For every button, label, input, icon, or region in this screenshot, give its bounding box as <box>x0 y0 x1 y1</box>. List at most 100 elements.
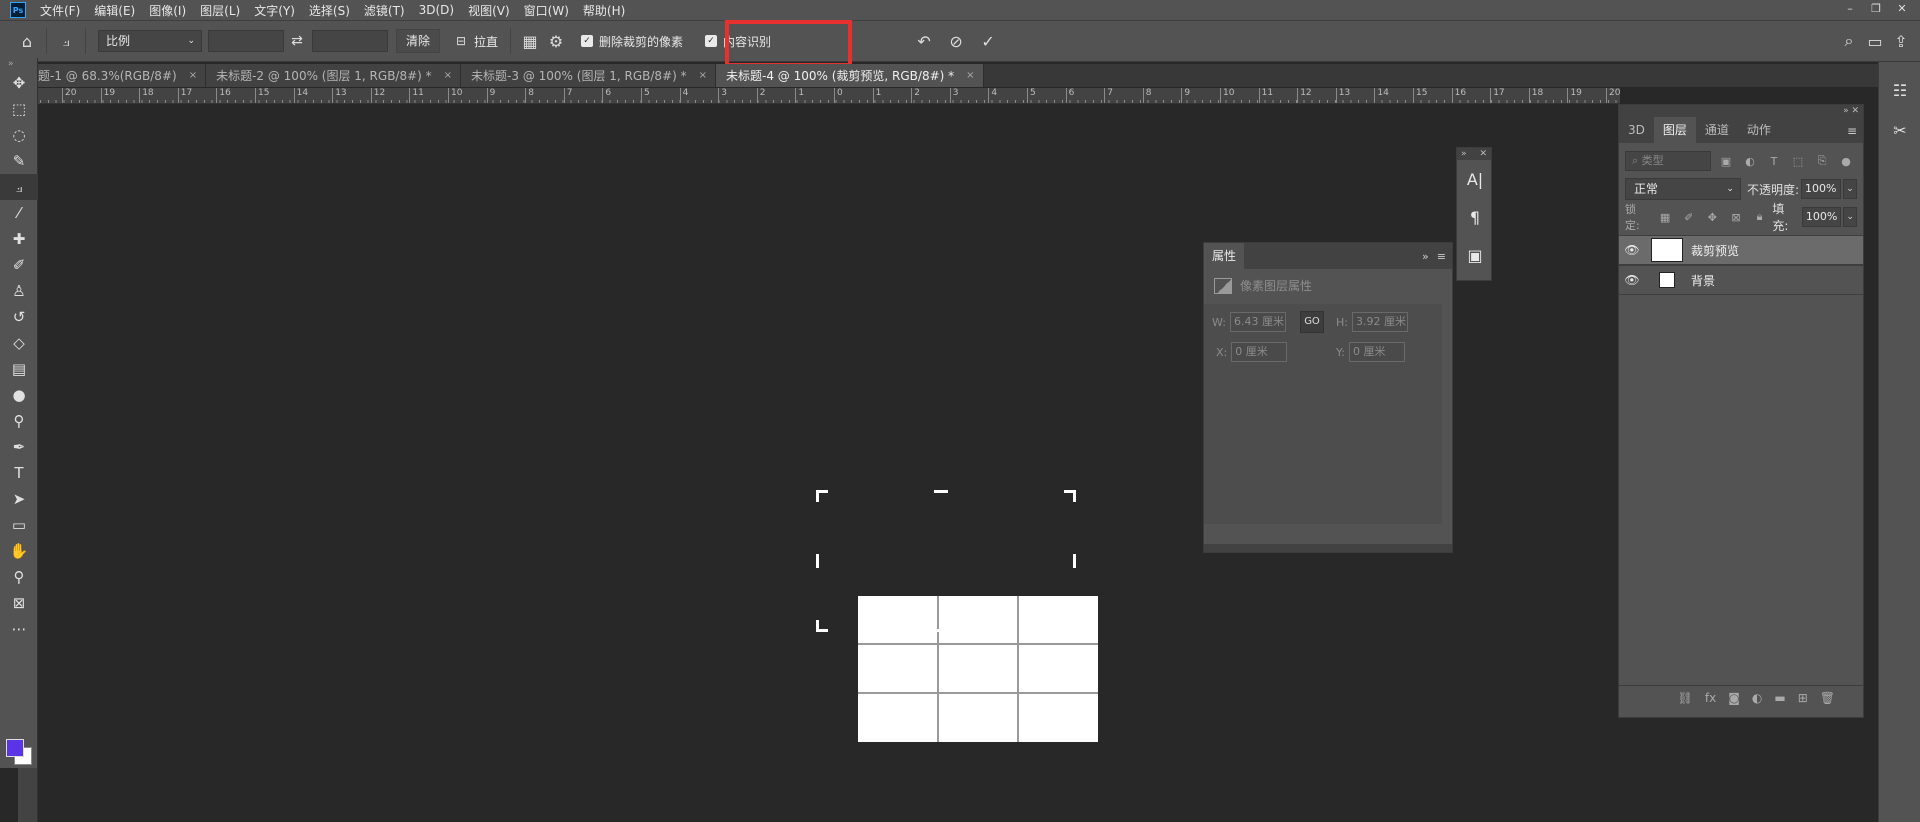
gear-icon[interactable]: ⚙ <box>543 32 569 51</box>
menu-file[interactable]: 文件(F) <box>40 2 80 19</box>
layer-kind-filter[interactable]: ⌕ 类型 <box>1625 151 1711 171</box>
type-tool-icon[interactable]: T <box>0 460 38 486</box>
move-tool-icon[interactable]: ✥ <box>0 70 38 96</box>
layer-row-crop-preview[interactable]: 👁︎ 裁剪预览 <box>1619 235 1863 265</box>
search-icon[interactable]: ⌕ <box>1836 31 1862 51</box>
brush-tool-icon[interactable]: ✐ <box>0 252 38 278</box>
chevron-down-icon[interactable]: ⌄ <box>1843 207 1857 227</box>
menu-layer[interactable]: 图层(L) <box>200 2 240 19</box>
hand-tool-icon[interactable]: ✋ <box>0 538 38 564</box>
more-tools-icon[interactable]: ⋯ <box>0 616 38 642</box>
crop-handle-right[interactable] <box>1073 554 1076 568</box>
pen-tool-icon[interactable]: ✒ <box>0 434 38 460</box>
trash-icon[interactable]: 🗑︎ <box>1820 691 1835 705</box>
close-icon[interactable]: × <box>966 70 974 81</box>
menu-3d[interactable]: 3D(D) <box>419 3 454 17</box>
crop-tool-preset-icon[interactable]: ⟓ <box>53 31 79 51</box>
lock-all-icon[interactable]: 🔒︎ <box>1751 210 1769 224</box>
menu-image[interactable]: 图像(I) <box>149 2 186 19</box>
height-field[interactable]: 3.92 厘米 <box>1351 312 1408 332</box>
tab-document-3[interactable]: 未标题-3 @ 100% (图层 1, RGB/8#) * × <box>461 64 717 87</box>
eraser-tool-icon[interactable]: ◇ <box>0 330 38 356</box>
y-field[interactable]: 0 厘米 <box>1348 342 1405 362</box>
link-dimensions-icon[interactable]: GO <box>1300 311 1324 333</box>
panel-menu-icon[interactable]: ≡ <box>1437 250 1446 263</box>
straighten-icon[interactable]: ⊟ <box>448 34 474 48</box>
close-icon[interactable]: × <box>189 70 197 81</box>
foreground-color-swatch[interactable] <box>6 739 24 757</box>
rectangle-tool-icon[interactable]: ▭ <box>0 512 38 538</box>
minimize-icon[interactable]: – <box>1844 2 1856 16</box>
workspace-icon[interactable]: ▭ <box>1862 32 1888 51</box>
menu-help[interactable]: 帮助(H) <box>583 2 625 19</box>
history-brush-tool-icon[interactable]: ↺ <box>0 304 38 330</box>
cancel-icon[interactable]: ⊘ <box>943 32 969 51</box>
visibility-eye-icon[interactable]: 👁︎ <box>1619 243 1645 257</box>
crop-handle-bottom[interactable] <box>934 629 948 632</box>
menu-select[interactable]: 选择(S) <box>309 2 350 19</box>
dodge-tool-icon[interactable]: ⚲ <box>0 408 38 434</box>
lock-pixels-icon[interactable]: ✐ <box>1680 211 1698 224</box>
crop-handle-bottom-right[interactable] <box>1064 620 1076 632</box>
home-icon[interactable]: ⌂ <box>14 32 40 51</box>
new-layer-icon[interactable]: ⊞ <box>1798 691 1808 705</box>
ratio-select[interactable]: 比例 ⌄ <box>98 30 202 52</box>
overlay-grid-icon[interactable]: ▦ <box>517 32 543 51</box>
restore-icon[interactable]: ❐ <box>1870 2 1882 16</box>
adjustment-filter-icon[interactable]: ◐ <box>1741 155 1759 168</box>
glyphs-panel-icon[interactable]: ▣ <box>1457 236 1493 274</box>
quick-select-tool-icon[interactable]: ✎ <box>0 148 38 174</box>
lock-transparent-icon[interactable]: ▦ <box>1656 211 1674 224</box>
tab-document-1[interactable]: 题-1 @ 68.3%(RGB/8#) × <box>32 64 207 87</box>
x-field[interactable]: 0 厘米 <box>1231 342 1288 362</box>
blur-tool-icon[interactable]: ● <box>0 382 38 408</box>
share-icon[interactable]: ⇪ <box>1888 32 1914 51</box>
clone-stamp-tool-icon[interactable]: ♙ <box>0 278 38 304</box>
ratio-height-input[interactable] <box>312 30 388 52</box>
layer-name[interactable]: 裁剪预览 <box>1691 242 1739 259</box>
libraries-icon[interactable]: ☷ <box>1879 70 1920 110</box>
close-icon[interactable]: ✕ <box>1479 148 1487 160</box>
layer-row-background[interactable]: 👁︎ 背景 <box>1619 265 1863 295</box>
delete-cropped-checkbox[interactable]: ✓ 删除裁剪的像素 <box>581 33 683 50</box>
opacity-field[interactable]: 100% <box>1801 179 1841 199</box>
expand-icon[interactable]: » <box>0 58 37 70</box>
tab-layers[interactable]: 图层 <box>1653 117 1696 143</box>
swap-icon[interactable]: ⇄ <box>284 33 310 49</box>
menu-edit[interactable]: 编辑(E) <box>94 2 135 19</box>
horizontal-ruler[interactable]: 20 19 18 17 16 15 14 13 12 11 10 9 8 7 6 5 4 3 2 1 0 1 2 3 4 5 6 7 8… <box>40 88 1620 104</box>
clear-button[interactable]: 清除 <box>396 29 441 53</box>
commit-icon[interactable]: ✓ <box>975 32 1001 51</box>
scrollbar[interactable] <box>1442 311 1452 531</box>
ratio-width-input[interactable] <box>208 30 284 52</box>
add-mask-icon[interactable]: ◙ <box>1728 691 1740 705</box>
width-field[interactable]: 6.43 厘米 <box>1229 312 1286 332</box>
menu-window[interactable]: 窗口(W) <box>524 2 569 19</box>
close-icon[interactable]: ✕ <box>1896 2 1908 16</box>
tab-actions[interactable]: 动作 <box>1738 117 1780 143</box>
frame-tool-icon[interactable]: ⊠ <box>0 590 38 616</box>
close-icon[interactable]: × <box>699 70 707 81</box>
straighten-label[interactable]: 拉直 <box>474 33 498 50</box>
tab-properties[interactable]: 属性 <box>1204 243 1245 269</box>
document-canvas[interactable] <box>858 596 1098 742</box>
pixel-filter-icon[interactable]: ▣ <box>1717 155 1735 168</box>
tools-icon[interactable]: ✂ <box>1879 110 1920 150</box>
zoom-tool-icon[interactable]: ⚲ <box>0 564 38 590</box>
expand-icon[interactable]: » <box>1461 148 1467 160</box>
marquee-tool-icon[interactable]: ⬚ <box>0 96 38 122</box>
chevron-down-icon[interactable]: ⌄ <box>1842 179 1857 199</box>
panel-menu-icon[interactable]: ≡ <box>1847 124 1857 138</box>
new-group-icon[interactable]: ▬ <box>1774 691 1785 705</box>
filter-toggle-icon[interactable]: ● <box>1837 155 1855 168</box>
adjustment-layer-icon[interactable]: ◐ <box>1752 691 1762 705</box>
paragraph-panel-icon[interactable]: ¶ <box>1457 198 1493 236</box>
crop-handle-left[interactable] <box>816 554 819 568</box>
gradient-tool-icon[interactable]: ▤ <box>0 356 38 382</box>
lock-position-icon[interactable]: ✥ <box>1704 211 1722 224</box>
healing-brush-tool-icon[interactable]: ✚ <box>0 226 38 252</box>
shape-filter-icon[interactable]: ⬚ <box>1789 155 1807 168</box>
close-icon[interactable]: × <box>444 70 452 81</box>
layer-name[interactable]: 背景 <box>1691 272 1715 289</box>
menu-type[interactable]: 文字(Y) <box>254 2 295 19</box>
